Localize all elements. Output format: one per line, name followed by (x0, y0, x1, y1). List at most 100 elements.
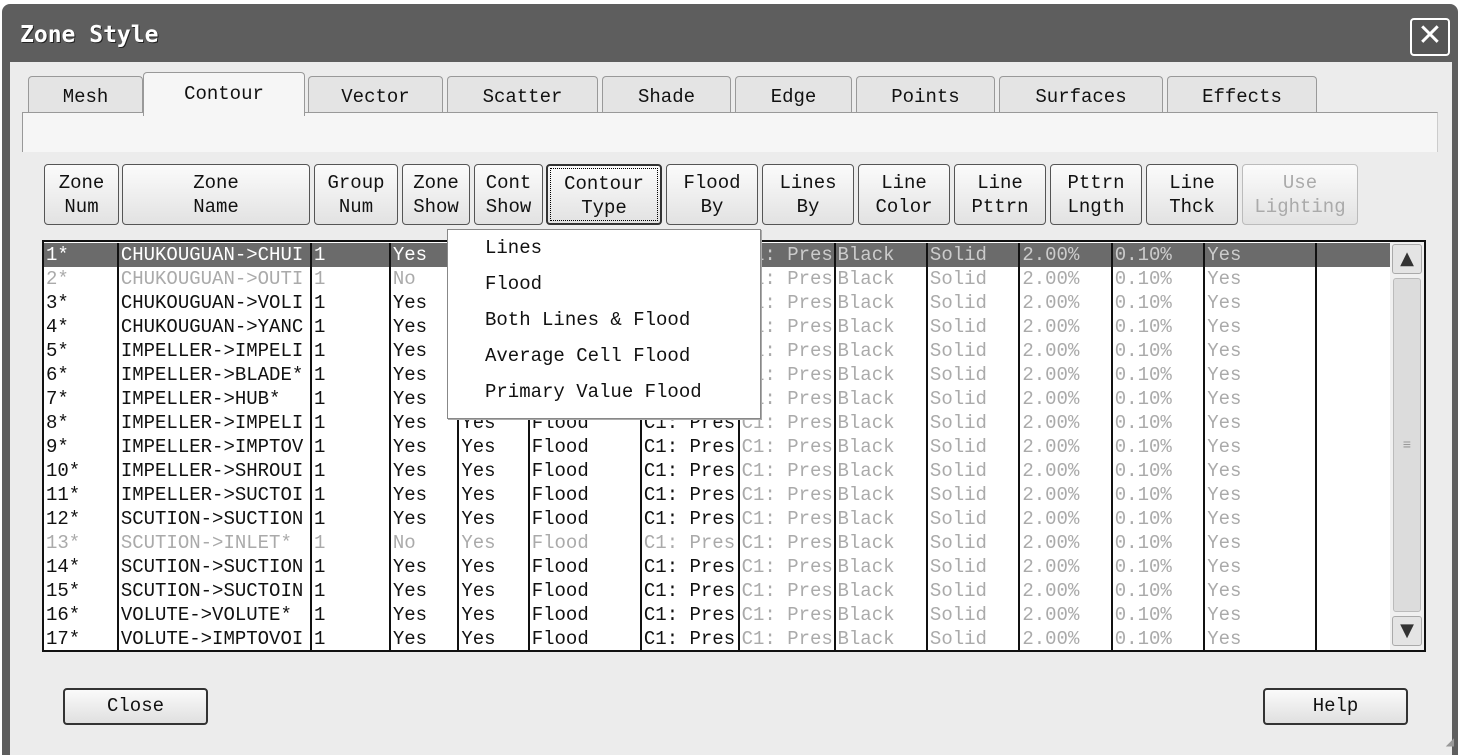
cell-pttrn-lngth[interactable]: 2.00% (1018, 531, 1112, 555)
cell-line-thck[interactable]: 0.10% (1110, 603, 1205, 627)
resize-grip-icon[interactable]: ◢ (1446, 734, 1454, 751)
menu-item-both-lines-flood[interactable]: Both Lines & Flood (448, 302, 760, 338)
cell-use-lighting[interactable]: Yes (1203, 435, 1316, 459)
tab-edge[interactable]: Edge (735, 76, 852, 114)
cell-use-lighting[interactable]: Yes (1203, 627, 1316, 650)
cell-group-num[interactable]: 1 (310, 267, 390, 291)
cell-cont-show[interactable]: Yes (457, 459, 529, 483)
cell-contour-type[interactable]: Flood (527, 435, 641, 459)
cell-line-pttrn[interactable]: Solid (925, 627, 1020, 650)
cell-zone-show[interactable]: Yes (388, 579, 459, 603)
cell-pttrn-lngth[interactable]: 2.00% (1018, 555, 1112, 579)
cell-line-color[interactable]: Black (833, 531, 927, 555)
cell-line-color[interactable]: Black (833, 363, 927, 387)
cell-contour-type[interactable]: Flood (527, 507, 641, 531)
cell-group-num[interactable]: 1 (310, 531, 390, 555)
cell-line-pttrn[interactable]: Solid (925, 459, 1020, 483)
table-row[interactable]: 15* SCUTION->SUCTOIN 1 Yes Yes Flood C1: Pres C… (44, 579, 1424, 603)
cell-zone-num[interactable]: 1* (44, 243, 118, 267)
column-header-cont-show[interactable]: Cont Show (474, 164, 543, 225)
cell-zone-name[interactable]: IMPELLER->IMPELI (116, 339, 312, 363)
cell-pttrn-lngth[interactable]: 2.00% (1018, 435, 1112, 459)
cell-lines-by[interactable]: C1: Pres (737, 459, 835, 483)
cell-contour-type[interactable]: Flood (527, 579, 641, 603)
cell-contour-type[interactable]: Flood (527, 459, 641, 483)
cell-zone-num[interactable]: 6* (44, 363, 118, 387)
column-header-zone-show[interactable]: Zone Show (402, 164, 470, 225)
cell-line-pttrn[interactable]: Solid (925, 387, 1020, 411)
cell-line-color[interactable]: Black (833, 627, 927, 650)
help-button[interactable]: Help (1263, 688, 1408, 725)
tab-vector[interactable]: Vector (308, 76, 443, 114)
scroll-down-icon[interactable]: ▼ (1392, 616, 1422, 646)
cell-zone-name[interactable]: IMPELLER->BLADE* (116, 363, 312, 387)
cell-contour-type[interactable]: Flood (527, 603, 641, 627)
cell-cont-show[interactable]: Yes (457, 507, 529, 531)
cell-flood-by[interactable]: C1: Pres (639, 459, 739, 483)
cell-contour-type[interactable]: Flood (527, 555, 641, 579)
column-header-flood-by[interactable]: Flood By (666, 164, 758, 225)
cell-zone-name[interactable]: CHUKOUGUAN->OUTI (116, 267, 312, 291)
column-header-line-thck[interactable]: Line Thck (1146, 164, 1238, 225)
cell-line-thck[interactable]: 0.10% (1110, 555, 1205, 579)
cell-zone-num[interactable]: 15* (44, 579, 118, 603)
cell-cont-show[interactable]: Yes (457, 603, 529, 627)
cell-line-color[interactable]: Black (833, 387, 927, 411)
cell-cont-show[interactable]: Yes (457, 579, 529, 603)
cell-group-num[interactable]: 1 (310, 339, 390, 363)
cell-zone-show[interactable]: Yes (388, 435, 459, 459)
cell-line-thck[interactable]: 0.10% (1110, 579, 1205, 603)
cell-pttrn-lngth[interactable]: 2.00% (1018, 363, 1112, 387)
cell-line-pttrn[interactable]: Solid (925, 435, 1020, 459)
cell-lines-by[interactable]: C1: Pres (737, 483, 835, 507)
cell-zone-num[interactable]: 2* (44, 267, 118, 291)
cell-group-num[interactable]: 1 (310, 315, 390, 339)
cell-line-thck[interactable]: 0.10% (1110, 531, 1205, 555)
cell-pttrn-lngth[interactable]: 2.00% (1018, 315, 1112, 339)
menu-item-primary-value-flood[interactable]: Primary Value Flood (448, 374, 760, 410)
cell-flood-by[interactable]: C1: Pres (639, 579, 739, 603)
cell-zone-show[interactable]: Yes (388, 603, 459, 627)
cell-group-num[interactable]: 1 (310, 459, 390, 483)
cell-group-num[interactable]: 1 (310, 243, 390, 267)
cell-zone-num[interactable]: 10* (44, 459, 118, 483)
cell-use-lighting[interactable]: Yes (1203, 459, 1316, 483)
tab-scatter[interactable]: Scatter (447, 76, 598, 114)
column-header-contour-type[interactable]: Contour Type (546, 164, 662, 225)
cell-line-thck[interactable]: 0.10% (1110, 483, 1205, 507)
cell-lines-by[interactable]: C1: Pres (737, 435, 835, 459)
cell-lines-by[interactable]: C1: Pres (737, 603, 835, 627)
cell-use-lighting[interactable]: Yes (1203, 531, 1316, 555)
cell-contour-type[interactable]: Flood (527, 483, 641, 507)
table-row[interactable]: 16* VOLUTE->VOLUTE* 1 Yes Yes Flood C1: Pres C1… (44, 603, 1424, 627)
cell-line-color[interactable]: Black (833, 507, 927, 531)
cell-pttrn-lngth[interactable]: 2.00% (1018, 483, 1112, 507)
cell-group-num[interactable]: 1 (310, 363, 390, 387)
cell-group-num[interactable]: 1 (310, 291, 390, 315)
cell-group-num[interactable]: 1 (310, 555, 390, 579)
cell-pttrn-lngth[interactable]: 2.00% (1018, 603, 1112, 627)
cell-zone-show[interactable]: Yes (388, 627, 459, 650)
scroll-up-icon[interactable]: ▲ (1392, 244, 1422, 274)
cell-pttrn-lngth[interactable]: 2.00% (1018, 291, 1112, 315)
cell-flood-by[interactable]: C1: Pres (639, 555, 739, 579)
tab-contour[interactable]: Contour (143, 72, 305, 116)
cell-zone-show[interactable]: Yes (388, 459, 459, 483)
cell-group-num[interactable]: 1 (310, 435, 390, 459)
cell-line-pttrn[interactable]: Solid (925, 579, 1020, 603)
table-row[interactable]: 10* IMPELLER->SHROUI 1 Yes Yes Flood C1: Pres C… (44, 459, 1424, 483)
cell-flood-by[interactable]: C1: Pres (639, 627, 739, 650)
table-row[interactable]: 12* SCUTION->SUCTION 1 Yes Yes Flood C1: Pres C… (44, 507, 1424, 531)
cell-pttrn-lngth[interactable]: 2.00% (1018, 387, 1112, 411)
cell-flood-by[interactable]: C1: Pres (639, 531, 739, 555)
column-header-line-pttrn[interactable]: Line Pttrn (954, 164, 1046, 225)
column-header-pttrn-lngth[interactable]: Pttrn Lngth (1050, 164, 1142, 225)
cell-zone-name[interactable]: SCUTION->SUCTION (116, 507, 312, 531)
cell-use-lighting[interactable]: Yes (1203, 483, 1316, 507)
cell-zone-show[interactable]: Yes (388, 507, 459, 531)
cell-pttrn-lngth[interactable]: 2.00% (1018, 459, 1112, 483)
cell-lines-by[interactable]: C1: Pres (737, 507, 835, 531)
cell-use-lighting[interactable]: Yes (1203, 291, 1316, 315)
cell-line-color[interactable]: Black (833, 435, 927, 459)
cell-line-thck[interactable]: 0.10% (1110, 387, 1205, 411)
